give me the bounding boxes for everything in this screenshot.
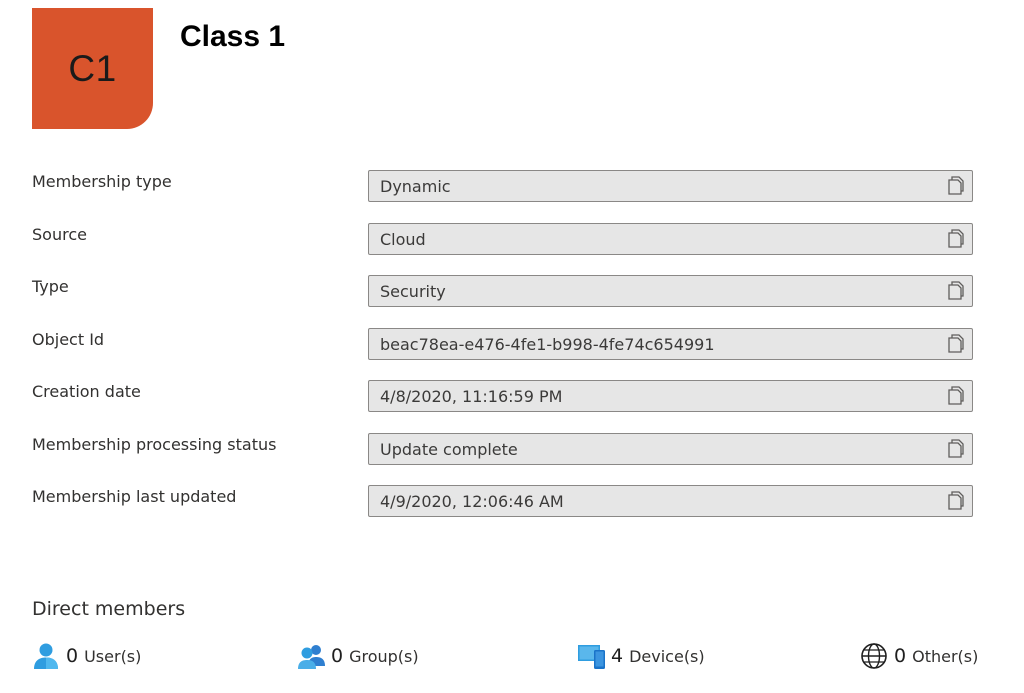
groups-stat[interactable]: 0 Group(s) [297, 641, 419, 671]
others-count: 0 [894, 645, 907, 667]
copy-icon[interactable] [947, 281, 965, 301]
copy-icon[interactable] [947, 176, 965, 196]
property-value: Update complete [380, 439, 518, 459]
globe-icon [861, 643, 887, 669]
avatar-initials: C1 [68, 47, 117, 89]
page-title: Class 1 [180, 20, 286, 53]
devices-label: Device(s) [629, 646, 705, 666]
property-label: Type [32, 277, 69, 296]
copy-icon[interactable] [947, 438, 965, 459]
property-row-creation-date: Creation date 4/8/2020, 11:16:59 PM [32, 380, 973, 433]
copy-icon[interactable] [947, 333, 965, 354]
users-stat[interactable]: 0 User(s) [32, 641, 141, 671]
property-row-source: Source Cloud [32, 222, 973, 276]
copy-icon[interactable] [947, 228, 965, 249]
users-count: 0 [66, 645, 79, 667]
object-id-field[interactable]: beac78ea-e476-4fe1-b998-4fe74c654991 [368, 327, 973, 360]
properties-list: Membership type Dynamic Source Cloud Typ… [32, 170, 973, 538]
property-row-object-id: Object Id beac78ea-e476-4fe1-b998-4fe74c… [32, 327, 973, 381]
property-row-membership-processing-status: Membership processing status Update comp… [32, 432, 973, 486]
property-label: Membership last updated [32, 487, 237, 506]
property-value: Dynamic [380, 177, 451, 196]
property-label: Membership type [32, 172, 172, 191]
membership-type-field[interactable]: Dynamic [368, 170, 973, 202]
property-label: Membership processing status [32, 434, 277, 454]
creation-date-field[interactable]: 4/8/2020, 11:16:59 PM [368, 380, 973, 412]
devices-count: 4 [611, 645, 624, 667]
type-field[interactable]: Security [368, 275, 973, 307]
property-value: Cloud [380, 229, 426, 249]
group-icon [298, 645, 325, 669]
user-icon [34, 643, 58, 669]
property-label: Source [32, 224, 87, 244]
property-value: 4/9/2020, 12:06:46 AM [380, 492, 564, 511]
avatar: C1 [32, 8, 153, 129]
device-icon [578, 645, 605, 669]
groups-count: 0 [331, 645, 344, 667]
devices-stat[interactable]: 4 Device(s) [577, 641, 705, 671]
property-value: Security [380, 282, 446, 301]
groups-label: Group(s) [349, 646, 419, 666]
copy-icon[interactable] [947, 386, 965, 406]
copy-icon[interactable] [947, 491, 965, 511]
property-row-membership-last-updated: Membership last updated 4/9/2020, 12:06:… [32, 485, 973, 538]
property-label: Creation date [32, 382, 141, 401]
others-label: Other(s) [912, 646, 979, 666]
source-field[interactable]: Cloud [368, 222, 973, 255]
property-row-membership-type: Membership type Dynamic [32, 170, 973, 223]
membership-last-updated-field[interactable]: 4/9/2020, 12:06:46 AM [368, 485, 973, 517]
property-row-type: Type Security [32, 275, 973, 328]
property-label: Object Id [32, 329, 105, 349]
property-value: beac78ea-e476-4fe1-b998-4fe74c654991 [380, 334, 715, 354]
membership-processing-status-field[interactable]: Update complete [368, 432, 973, 465]
group-overview: C1 Class 1 Membership type Dynamic Sourc… [0, 0, 1024, 693]
property-value: 4/8/2020, 11:16:59 PM [380, 387, 563, 406]
users-label: User(s) [84, 646, 142, 666]
direct-members-heading: Direct members [32, 598, 186, 620]
others-stat[interactable]: 0 Other(s) [860, 641, 978, 671]
